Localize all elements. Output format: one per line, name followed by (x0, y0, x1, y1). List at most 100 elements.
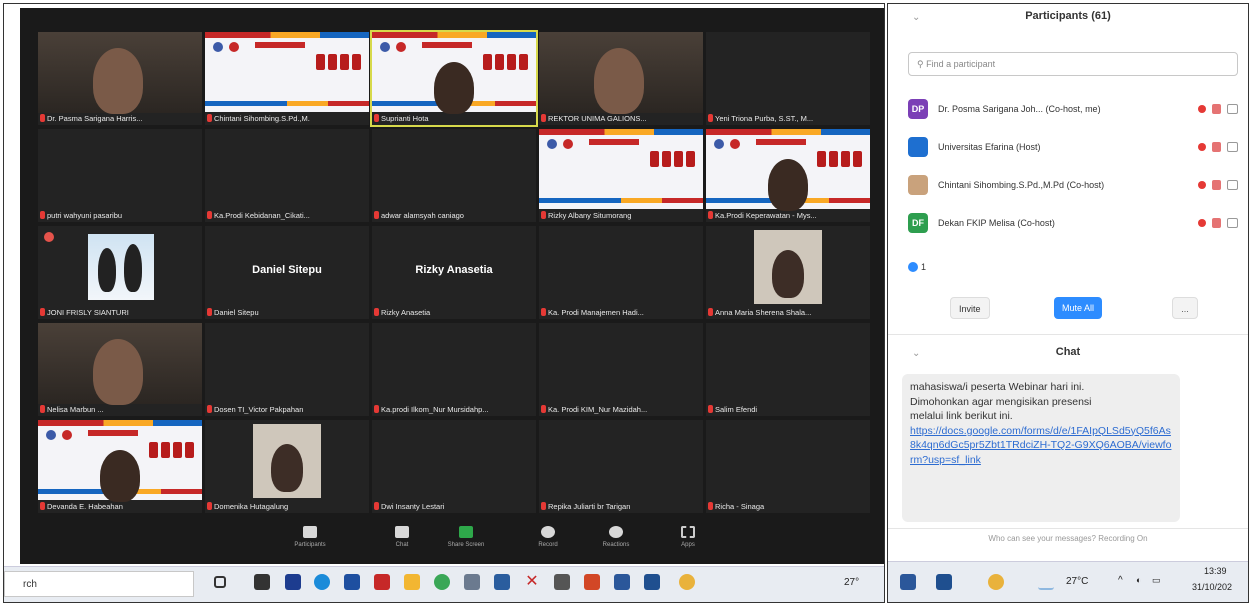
video-tile[interactable]: Ka.Prodi Keperawatan - Mys... (706, 129, 870, 222)
video-tile[interactable]: REKTOR UNIMA GALIONS... (539, 32, 703, 125)
chat-visibility-note[interactable]: Who can see your messages? Recording On (888, 534, 1248, 543)
invite-button[interactable]: Invite (950, 297, 990, 319)
participant-name-label: Ka.Prodi Keperawatan - Mys... (708, 209, 868, 221)
apps-button[interactable]: Apps (666, 526, 710, 548)
video-tile[interactable]: Ka. Prodi KIM_Nur Mazidah... (539, 323, 703, 416)
video-tile[interactable]: JONI FRISLY SIANTURI (38, 226, 202, 319)
taskbar-search[interactable]: rch (4, 571, 194, 597)
app-icon[interactable] (285, 574, 301, 590)
video-tile[interactable]: Dwi Insanty Lestari (372, 420, 536, 513)
word-icon[interactable] (900, 574, 916, 590)
participant-name-label: Devanda E. Habeahan (40, 500, 200, 512)
mic-muted-icon (708, 308, 713, 316)
speaker-icon[interactable]: ▭ (1152, 575, 1161, 586)
avatar: DF (908, 213, 928, 233)
mic-muted-icon (374, 114, 379, 122)
pdf-icon[interactable] (374, 574, 390, 590)
mic-muted-icon[interactable] (1212, 104, 1221, 114)
zoom-icon[interactable] (679, 574, 695, 590)
video-icon[interactable] (1227, 142, 1238, 152)
video-tile[interactable]: Domenika Hutagalung (205, 420, 369, 513)
participant-row[interactable]: DF Dekan FKIP Melisa (Co-host) (908, 204, 1238, 242)
chat-message: mahasiswa/i peserta Webinar hari ini. Di… (902, 374, 1180, 522)
clock-time[interactable]: 13:39 (1204, 566, 1227, 576)
recording-icon (1198, 105, 1206, 113)
avatar (908, 175, 928, 195)
mic-muted-icon[interactable] (1212, 180, 1221, 190)
video-tile[interactable]: Devanda E. Habeahan (38, 420, 202, 513)
video-tile[interactable]: Anna Maria Sherena Shala... (706, 226, 870, 319)
video-tile[interactable]: Dosen TI_Victor Pakpahan (205, 323, 369, 416)
record-icon (541, 526, 555, 538)
video-tile[interactable]: Ka. Prodi Manajemen Hadi... (539, 226, 703, 319)
video-icon[interactable] (1227, 180, 1238, 190)
mic-muted-icon (541, 405, 546, 413)
participant-name-label: REKTOR UNIMA GALIONS... (541, 112, 701, 124)
video-tile[interactable]: Richa - Sinaga (706, 420, 870, 513)
participant-row[interactable]: Universitas Efarina (Host) (908, 128, 1238, 166)
record-button[interactable]: Record (526, 526, 570, 548)
chat-button[interactable]: Chat (380, 526, 424, 548)
mic-muted-icon (207, 502, 212, 510)
mic-muted-icon (40, 211, 45, 219)
video-tile[interactable]: Ka.prodi Ilkom_Nur Mursidahp... (372, 323, 536, 416)
file-explorer-icon[interactable] (404, 574, 420, 590)
mic-muted-icon (541, 308, 546, 316)
dropbox-icon[interactable] (344, 574, 360, 590)
video-tile[interactable]: Chintani Sihombing.S.Pd.,M. (205, 32, 369, 125)
participant-row[interactable]: Chintani Sihombing.S.Pd.,M.Pd (Co-host) (908, 166, 1238, 204)
word-icon[interactable] (614, 574, 630, 590)
video-tile[interactable]: adwar alamsyah caniago (372, 129, 536, 222)
close-app-icon[interactable]: ✕ (524, 574, 540, 590)
video-icon[interactable] (1227, 218, 1238, 228)
chat-line: melalui link berikut ini. (910, 410, 1013, 422)
video-icon[interactable] (1227, 104, 1238, 114)
mic-muted-icon[interactable] (1212, 218, 1221, 228)
video-tile[interactable]: putri wahyuni pasaribu (38, 129, 202, 222)
more-button[interactable]: ... (1172, 297, 1198, 319)
panel-divider (888, 334, 1248, 335)
video-tile[interactable]: Dr. Pasma Sarigana Harris... (38, 32, 202, 125)
participant-row[interactable]: DP Dr. Posma Sarigana Joh... (Co-host, me… (908, 90, 1238, 128)
video-tile[interactable]: Nelisa Marbun ... (38, 323, 202, 416)
participant-video (434, 62, 474, 114)
camera-icon[interactable] (554, 574, 570, 590)
video-tile[interactable]: Rizky Albany Situmorang (539, 129, 703, 222)
participant-name-label: Nelisa Marbun ... (40, 403, 200, 415)
video-tile[interactable]: Rizky Anasetia Rizky Anasetia (372, 226, 536, 319)
chrome-icon[interactable] (434, 574, 450, 590)
participants-button[interactable]: Participants (288, 526, 332, 548)
gallery-view: Dr. Pasma Sarigana Harris... Chintani Sih… (20, 8, 884, 564)
video-tile[interactable]: Salim Efendi (706, 323, 870, 416)
share-screen-button[interactable]: Share Screen (444, 526, 488, 548)
powerpoint-icon[interactable] (584, 574, 600, 590)
mic-muted-icon (40, 502, 45, 510)
raise-hand-icon (908, 262, 918, 272)
mic-muted-icon[interactable] (1212, 142, 1221, 152)
video-tile[interactable]: Daniel Sitepu Daniel Sitepu (205, 226, 369, 319)
participant-search-input[interactable]: ⚲ Find a participant (908, 52, 1238, 76)
video-tile[interactable]: Yeni Triona Purba, S.ST., M... (706, 32, 870, 125)
video-tile[interactable]: Suprianti Hota (370, 30, 538, 127)
participant-name-label: Yeni Triona Purba, S.ST., M... (708, 112, 868, 124)
video-tile[interactable]: Repika Juliarti br Tarigan (539, 420, 703, 513)
task-view-icon[interactable] (214, 576, 226, 588)
reactions-button[interactable]: Reactions (594, 526, 638, 548)
participant-display-name: Daniel Sitepu (252, 264, 322, 276)
chevron-up-icon[interactable]: ^ (1118, 575, 1123, 586)
participant-name-label: Repika Juliarti br Tarigan (541, 500, 701, 512)
mic-muted-icon (374, 405, 379, 413)
network-icon[interactable]: ◐ (1136, 575, 1141, 585)
chat-link[interactable]: https://docs.google.com/forms/d/e/1FAIpQ… (910, 424, 1172, 468)
photos-icon[interactable] (936, 574, 952, 590)
video-tile[interactable]: Ka.Prodi Kebidanan_Cikati... (205, 129, 369, 222)
store-icon[interactable] (254, 574, 270, 590)
notes-icon[interactable] (464, 574, 480, 590)
zoom-icon[interactable] (988, 574, 1004, 590)
mute-all-button[interactable]: Mute All (1054, 297, 1103, 319)
clock-date[interactable]: 31/10/202 (1192, 582, 1232, 592)
mail-icon[interactable] (494, 574, 510, 590)
photos-icon[interactable] (644, 574, 660, 590)
edge-icon[interactable] (314, 574, 330, 590)
participant-photo (754, 230, 822, 304)
